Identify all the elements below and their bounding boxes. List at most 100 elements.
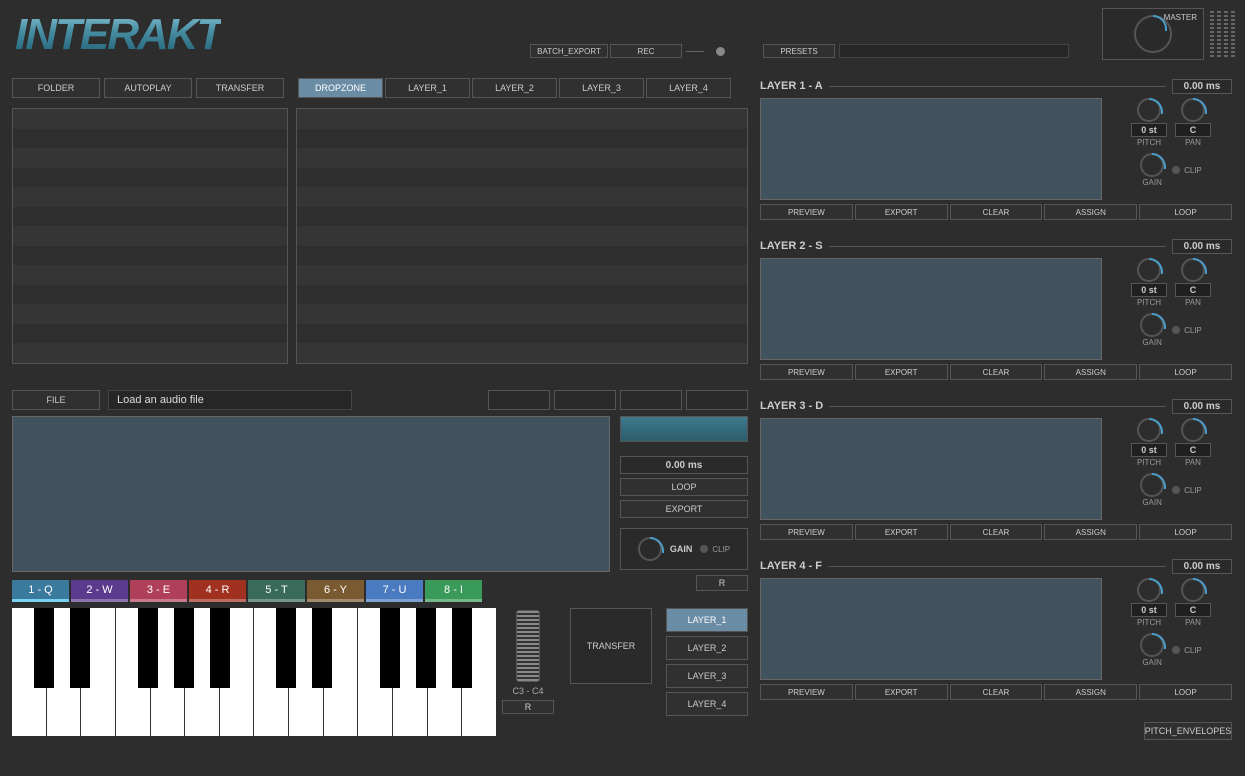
layer-3-export-button[interactable]: EXPORT	[855, 524, 948, 540]
dropzone-tab-layer_3[interactable]: LAYER_3	[559, 78, 644, 98]
layer-3-clear-button[interactable]: CLEAR	[950, 524, 1043, 540]
layer-waveform-2[interactable]	[760, 258, 1102, 360]
pan-value-4: C	[1175, 603, 1211, 617]
layer-3-preview-button[interactable]: PREVIEW	[760, 524, 853, 540]
layer-4-loop-button[interactable]: LOOP	[1139, 684, 1232, 700]
layer-waveform-4[interactable]	[760, 578, 1102, 680]
black-key[interactable]	[34, 608, 54, 688]
file-clip-indicator: CLIP	[700, 545, 730, 554]
app-logo: INTERAKT	[15, 10, 221, 60]
black-key[interactable]	[138, 608, 158, 688]
layer-1-clear-button[interactable]: CLEAR	[950, 204, 1043, 220]
r-button-bottom[interactable]: R	[502, 700, 554, 714]
layer-1-preview-button[interactable]: PREVIEW	[760, 204, 853, 220]
master-label: MASTER	[1164, 13, 1197, 22]
layer-4-preview-button[interactable]: PREVIEW	[760, 684, 853, 700]
dropzone-tab-layer_2[interactable]: LAYER_2	[472, 78, 557, 98]
folder-button[interactable]: FOLDER	[12, 78, 100, 98]
note-slot-8[interactable]: 8 - I	[425, 580, 482, 602]
gain-label: GAIN	[1142, 498, 1162, 507]
dropzone-tab-layer_4[interactable]: LAYER_4	[646, 78, 731, 98]
black-key[interactable]	[70, 608, 90, 688]
pitch-knob-2[interactable]	[1137, 258, 1161, 282]
gain-knob-4[interactable]	[1140, 633, 1164, 657]
export-button[interactable]: EXPORT	[620, 500, 748, 518]
layer-title-4: LAYER 4 - F	[760, 560, 822, 572]
note-slot-2[interactable]: 2 - W	[71, 580, 128, 602]
pan-knob-3[interactable]	[1181, 418, 1205, 442]
note-slot-5[interactable]: 5 - T	[248, 580, 305, 602]
layer-time-1: 0.00 ms	[1172, 79, 1232, 94]
mod-wheel[interactable]	[516, 610, 540, 682]
layer-2-preview-button[interactable]: PREVIEW	[760, 364, 853, 380]
layer-target-2[interactable]: LAYER_2	[666, 636, 748, 660]
gain-knob-2[interactable]	[1140, 313, 1164, 337]
black-key[interactable]	[276, 608, 296, 688]
layer-4-export-button[interactable]: EXPORT	[855, 684, 948, 700]
pan-knob-2[interactable]	[1181, 258, 1205, 282]
black-key[interactable]	[380, 608, 400, 688]
pitch-knob-3[interactable]	[1137, 418, 1161, 442]
layer-time-4: 0.00 ms	[1172, 559, 1232, 574]
dropzone-tab-dropzone[interactable]: DROPZONE	[298, 78, 383, 98]
layer-target-4[interactable]: LAYER_4	[666, 692, 748, 716]
transfer-dropzone[interactable]: TRANSFER	[570, 608, 652, 684]
batch-export-button[interactable]: BATCH_EXPORT	[530, 44, 608, 58]
layer-4-clear-button[interactable]: CLEAR	[950, 684, 1043, 700]
layer-1-export-button[interactable]: EXPORT	[855, 204, 948, 220]
black-key[interactable]	[210, 608, 230, 688]
dropzone-list[interactable]	[296, 108, 748, 364]
pitch-knob-4[interactable]	[1137, 578, 1161, 602]
layer-2-loop-button[interactable]: LOOP	[1139, 364, 1232, 380]
layer-1-assign-button[interactable]: ASSIGN	[1044, 204, 1137, 220]
layer-target-1[interactable]: LAYER_1	[666, 608, 748, 632]
folder-list[interactable]	[12, 108, 288, 364]
master-volume[interactable]: MASTER	[1102, 8, 1204, 60]
black-key[interactable]	[312, 608, 332, 688]
note-slot-6[interactable]: 6 - Y	[307, 580, 364, 602]
r-button-top[interactable]: R	[696, 575, 748, 591]
pan-knob-1[interactable]	[1181, 98, 1205, 122]
layer-1-loop-button[interactable]: LOOP	[1139, 204, 1232, 220]
gain-knob-1[interactable]	[1140, 153, 1164, 177]
transfer-button[interactable]: TRANSFER	[196, 78, 284, 98]
pan-knob-4[interactable]	[1181, 578, 1205, 602]
pitch-value-1: 0 st	[1131, 123, 1167, 137]
layer-title-3: LAYER 3 - D	[760, 400, 823, 412]
piano-keyboard[interactable]	[12, 608, 496, 736]
preset-name-field[interactable]	[839, 44, 1069, 58]
presets-button[interactable]: PRESETS	[763, 44, 835, 58]
layer-waveform-3[interactable]	[760, 418, 1102, 520]
layer-2-clear-button[interactable]: CLEAR	[950, 364, 1043, 380]
clip-indicator-4: CLIP	[1172, 646, 1202, 655]
layer-3-assign-button[interactable]: ASSIGN	[1044, 524, 1137, 540]
note-slot-7[interactable]: 7 - U	[366, 580, 423, 602]
layer-time-2: 0.00 ms	[1172, 239, 1232, 254]
note-slot-4[interactable]: 4 - R	[189, 580, 246, 602]
file-path-field[interactable]: Load an audio file	[108, 390, 352, 410]
black-key[interactable]	[174, 608, 194, 688]
note-slot-3[interactable]: 3 - E	[130, 580, 187, 602]
black-key[interactable]	[416, 608, 436, 688]
main-waveform[interactable]	[12, 416, 610, 572]
black-key[interactable]	[452, 608, 472, 688]
selection-strip[interactable]	[620, 416, 748, 442]
gain-knob-3[interactable]	[1140, 473, 1164, 497]
layer-2-export-button[interactable]: EXPORT	[855, 364, 948, 380]
layer-2-assign-button[interactable]: ASSIGN	[1044, 364, 1137, 380]
pitch-knob-1[interactable]	[1137, 98, 1161, 122]
dropzone-tab-layer_1[interactable]: LAYER_1	[385, 78, 470, 98]
rec-button[interactable]: REC	[610, 44, 682, 58]
file-button[interactable]: FILE	[12, 390, 100, 410]
layer-3-loop-button[interactable]: LOOP	[1139, 524, 1232, 540]
layer-4-assign-button[interactable]: ASSIGN	[1044, 684, 1137, 700]
layer-target-3[interactable]: LAYER_3	[666, 664, 748, 688]
note-slot-1[interactable]: 1 - Q	[12, 580, 69, 602]
pitch-envelopes-button[interactable]: PITCH_ENVELOPES	[1144, 722, 1232, 740]
layer-waveform-1[interactable]	[760, 98, 1102, 200]
file-gain-knob[interactable]	[638, 537, 662, 561]
pan-value-2: C	[1175, 283, 1211, 297]
loop-button[interactable]: LOOP	[620, 478, 748, 496]
autoplay-button[interactable]: AUTOPLAY	[104, 78, 192, 98]
pitch-label: PITCH	[1137, 458, 1161, 467]
